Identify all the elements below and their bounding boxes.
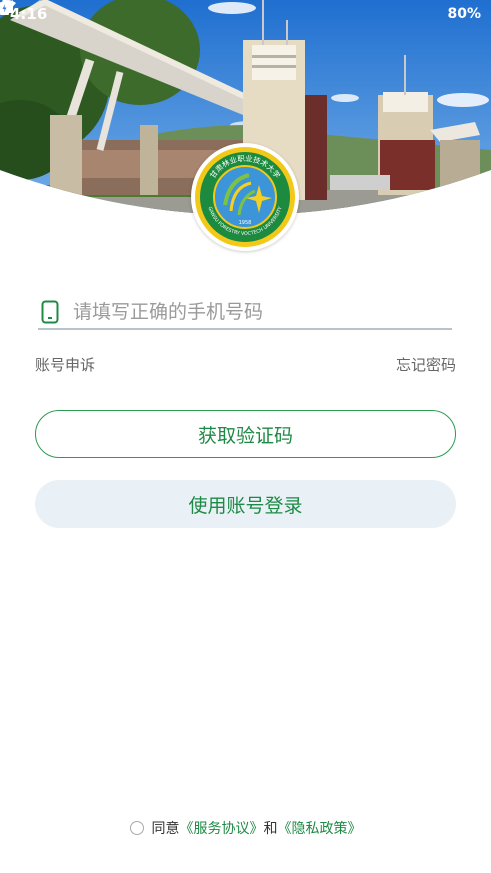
- emblem-year: 1958: [239, 220, 252, 226]
- battery-percentage: 80%: [447, 6, 481, 22]
- school-emblem-graphic: 1958 甘肃林业职业技术大学 GANSU FORESTRY VOCTECH U…: [195, 147, 295, 247]
- account-links: 账号申诉 忘记密码: [35, 354, 456, 375]
- privacy-policy-link[interactable]: 《隐私政策》: [278, 818, 362, 838]
- phone-icon: [41, 299, 65, 325]
- account-appeal-link[interactable]: 账号申诉: [35, 354, 95, 375]
- school-emblem: 1958 甘肃林业职业技术大学 GANSU FORESTRY VOCTECH U…: [191, 143, 299, 251]
- status-bar: 4:16 80%: [0, 0, 491, 28]
- agreement-row: 同意 《服务协议》 和 《隐私政策》: [0, 818, 491, 838]
- agreement-radio[interactable]: [129, 821, 144, 835]
- agreement-prefix: 同意: [151, 821, 180, 837]
- battery-icon: [0, 0, 9, 15]
- get-code-button[interactable]: 获取验证码: [35, 410, 456, 458]
- agreement-conjunction: 和: [263, 821, 278, 837]
- status-icons: 80%: [0, 0, 481, 22]
- phone-input[interactable]: [73, 297, 452, 327]
- account-login-button[interactable]: 使用账号登录: [35, 480, 456, 528]
- service-agreement-link[interactable]: 《服务协议》: [180, 818, 264, 838]
- phone-field[interactable]: [38, 296, 452, 330]
- forgot-password-link[interactable]: 忘记密码: [396, 354, 456, 375]
